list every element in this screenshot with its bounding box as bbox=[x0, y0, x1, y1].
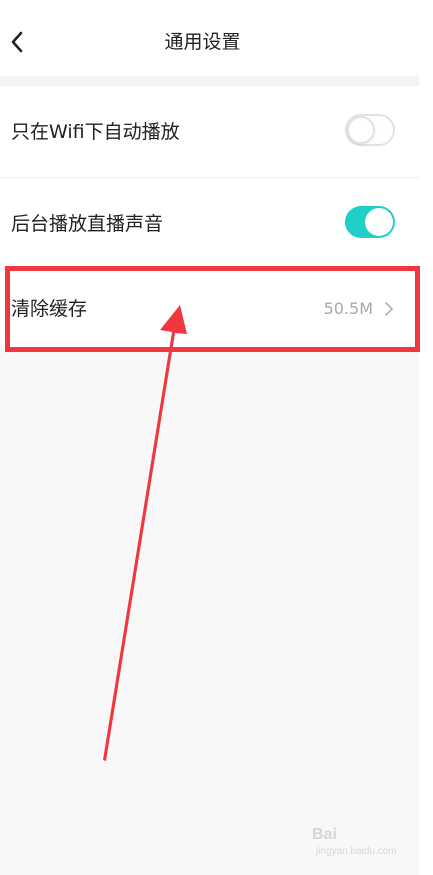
settings-list: 只在Wifi下自动播放 后台播放直播声音 清除缓存 50.5M bbox=[0, 86, 419, 348]
watermark: Bai jingyan.baidu.com bbox=[312, 826, 412, 862]
watermark-subtext: jingyan.baidu.com bbox=[316, 846, 397, 857]
setting-label-clear-cache: 清除缓存 bbox=[11, 298, 88, 320]
setting-row-clear-cache[interactable]: 清除缓存 50.5M bbox=[0, 270, 419, 348]
section-gap bbox=[0, 76, 419, 86]
toggle-knob bbox=[365, 208, 393, 236]
toggle-knob bbox=[347, 116, 375, 144]
cache-size-value: 50.5M bbox=[323, 299, 373, 318]
right-edge-strip bbox=[419, 0, 433, 875]
page-title: 通用设置 bbox=[164, 31, 241, 53]
setting-row-background-audio: 后台播放直播声音 bbox=[0, 178, 419, 270]
setting-label-background-audio: 后台播放直播声音 bbox=[11, 213, 164, 235]
setting-row-wifi-autoplay: 只在Wifi下自动播放 bbox=[0, 86, 419, 178]
background-audio-toggle[interactable] bbox=[345, 206, 395, 238]
setting-label-wifi-autoplay: 只在Wifi下自动播放 bbox=[11, 121, 180, 143]
chevron-right-icon bbox=[385, 302, 393, 316]
watermark-text: Bai bbox=[312, 826, 337, 843]
wifi-autoplay-toggle[interactable] bbox=[345, 114, 395, 146]
navigation-bar: 通用设置 bbox=[0, 0, 419, 76]
